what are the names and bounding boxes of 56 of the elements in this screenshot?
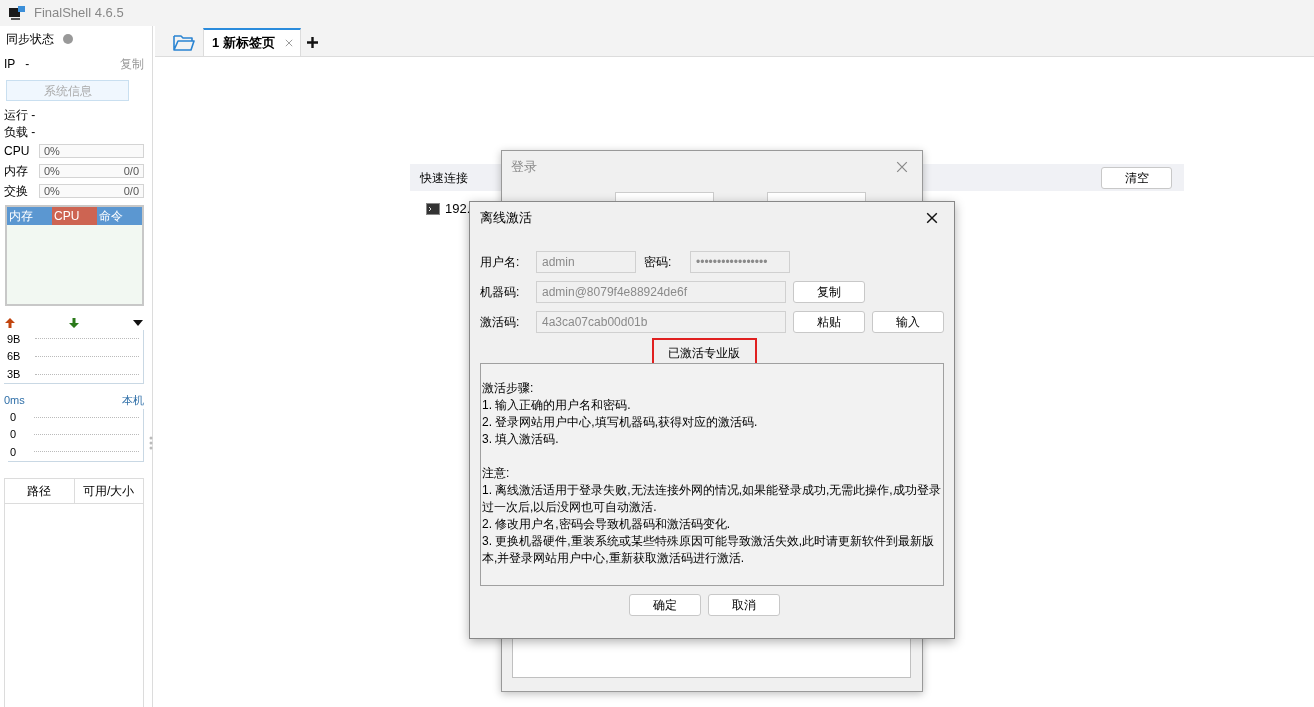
upload-arrow-icon (5, 318, 15, 328)
tab[interactable]: 1 新标签页 (203, 28, 301, 56)
download-arrow-icon (69, 318, 79, 328)
close-icon[interactable] (926, 211, 938, 224)
axis-label: 0 (10, 444, 18, 460)
axis-label: 6B (7, 349, 22, 365)
input-button[interactable]: 输入 (872, 311, 944, 333)
dialog-title: 离线激活 (480, 208, 532, 227)
ok-button[interactable]: 确定 (628, 594, 701, 616)
meter-label: 内存 (4, 163, 29, 180)
instruction-text: 2. 登录网站用户中心,填写机器码,获得对应的激活码. (482, 414, 759, 431)
instruction-text: 2. 修改用户名,密码会导致机器码和激活码变化. (482, 516, 731, 533)
clear-button[interactable]: 清空 (1101, 166, 1172, 189)
axis-label: 9B (7, 331, 22, 347)
connection-item[interactable]: 192. (445, 199, 471, 219)
paste-button[interactable]: 粘贴 (793, 311, 865, 333)
plus-icon[interactable] (307, 37, 318, 48)
axis-label: 3B (7, 366, 22, 382)
steps-title: 激活步骤: (482, 380, 535, 397)
dropdown-triangle-icon[interactable] (133, 320, 143, 326)
axis-label: 0 (10, 409, 18, 425)
quick-connect-title: 快速连接 (420, 169, 468, 187)
meter-percent: 0% (44, 183, 60, 199)
copy-button[interactable]: 复制 (793, 281, 865, 303)
cancel-button[interactable]: 取消 (707, 594, 780, 616)
column-header[interactable]: 路径 (5, 478, 74, 503)
field-label: 密码: (644, 254, 673, 271)
field-label: 用户名: (480, 254, 521, 271)
splitter-handle-icon[interactable] (149, 436, 153, 450)
monitor-icon (9, 6, 25, 20)
dialog-title: 登录 (511, 158, 537, 177)
ip-label: IP - (4, 56, 30, 73)
meter-amount: 0/0 (123, 163, 139, 179)
meter-label: CPU (4, 143, 31, 160)
notes-title: 注意: (482, 465, 511, 482)
meter-percent: 0% (44, 143, 60, 159)
instruction-text: 1. 输入正确的用户名和密码. (482, 397, 632, 414)
sync-status-label: 同步状态 (6, 31, 54, 48)
host-label: 本机 (122, 393, 144, 408)
meter-label: 交换 (4, 183, 29, 200)
instruction-text: 1. 离线激活适用于登录失败,无法连接外网的情况,如果能登录成功,无需此操作,成功登录过一次后,以后没网也可自动激活. (482, 482, 942, 516)
folder-icon[interactable] (173, 34, 195, 51)
uptime-label: 运行 - (4, 107, 37, 124)
meter-amount: 0/0 (123, 183, 139, 199)
field-label: 激活码: (480, 314, 521, 331)
instruction-text: 3. 更换机器硬件,重装系统或某些特殊原因可能导致激活失效,此时请更新软件到最新版本,并登录网站用户中心,重新获取激活码进行激活. (482, 533, 935, 567)
field-label: 机器码: (480, 284, 521, 301)
axis-label: 0 (10, 427, 18, 443)
monitor-tab[interactable]: CPU (52, 207, 97, 225)
instruction-text: 3. 填入激活码. (482, 431, 560, 448)
column-header[interactable]: 可用/大小 (73, 478, 143, 503)
window-title: FinalShell 4.6.5 (34, 4, 124, 23)
meter-percent: 0% (44, 163, 60, 179)
load-label: 负载 - (4, 124, 37, 141)
terminal-icon (426, 203, 440, 215)
latency-label: 0ms (4, 393, 25, 408)
